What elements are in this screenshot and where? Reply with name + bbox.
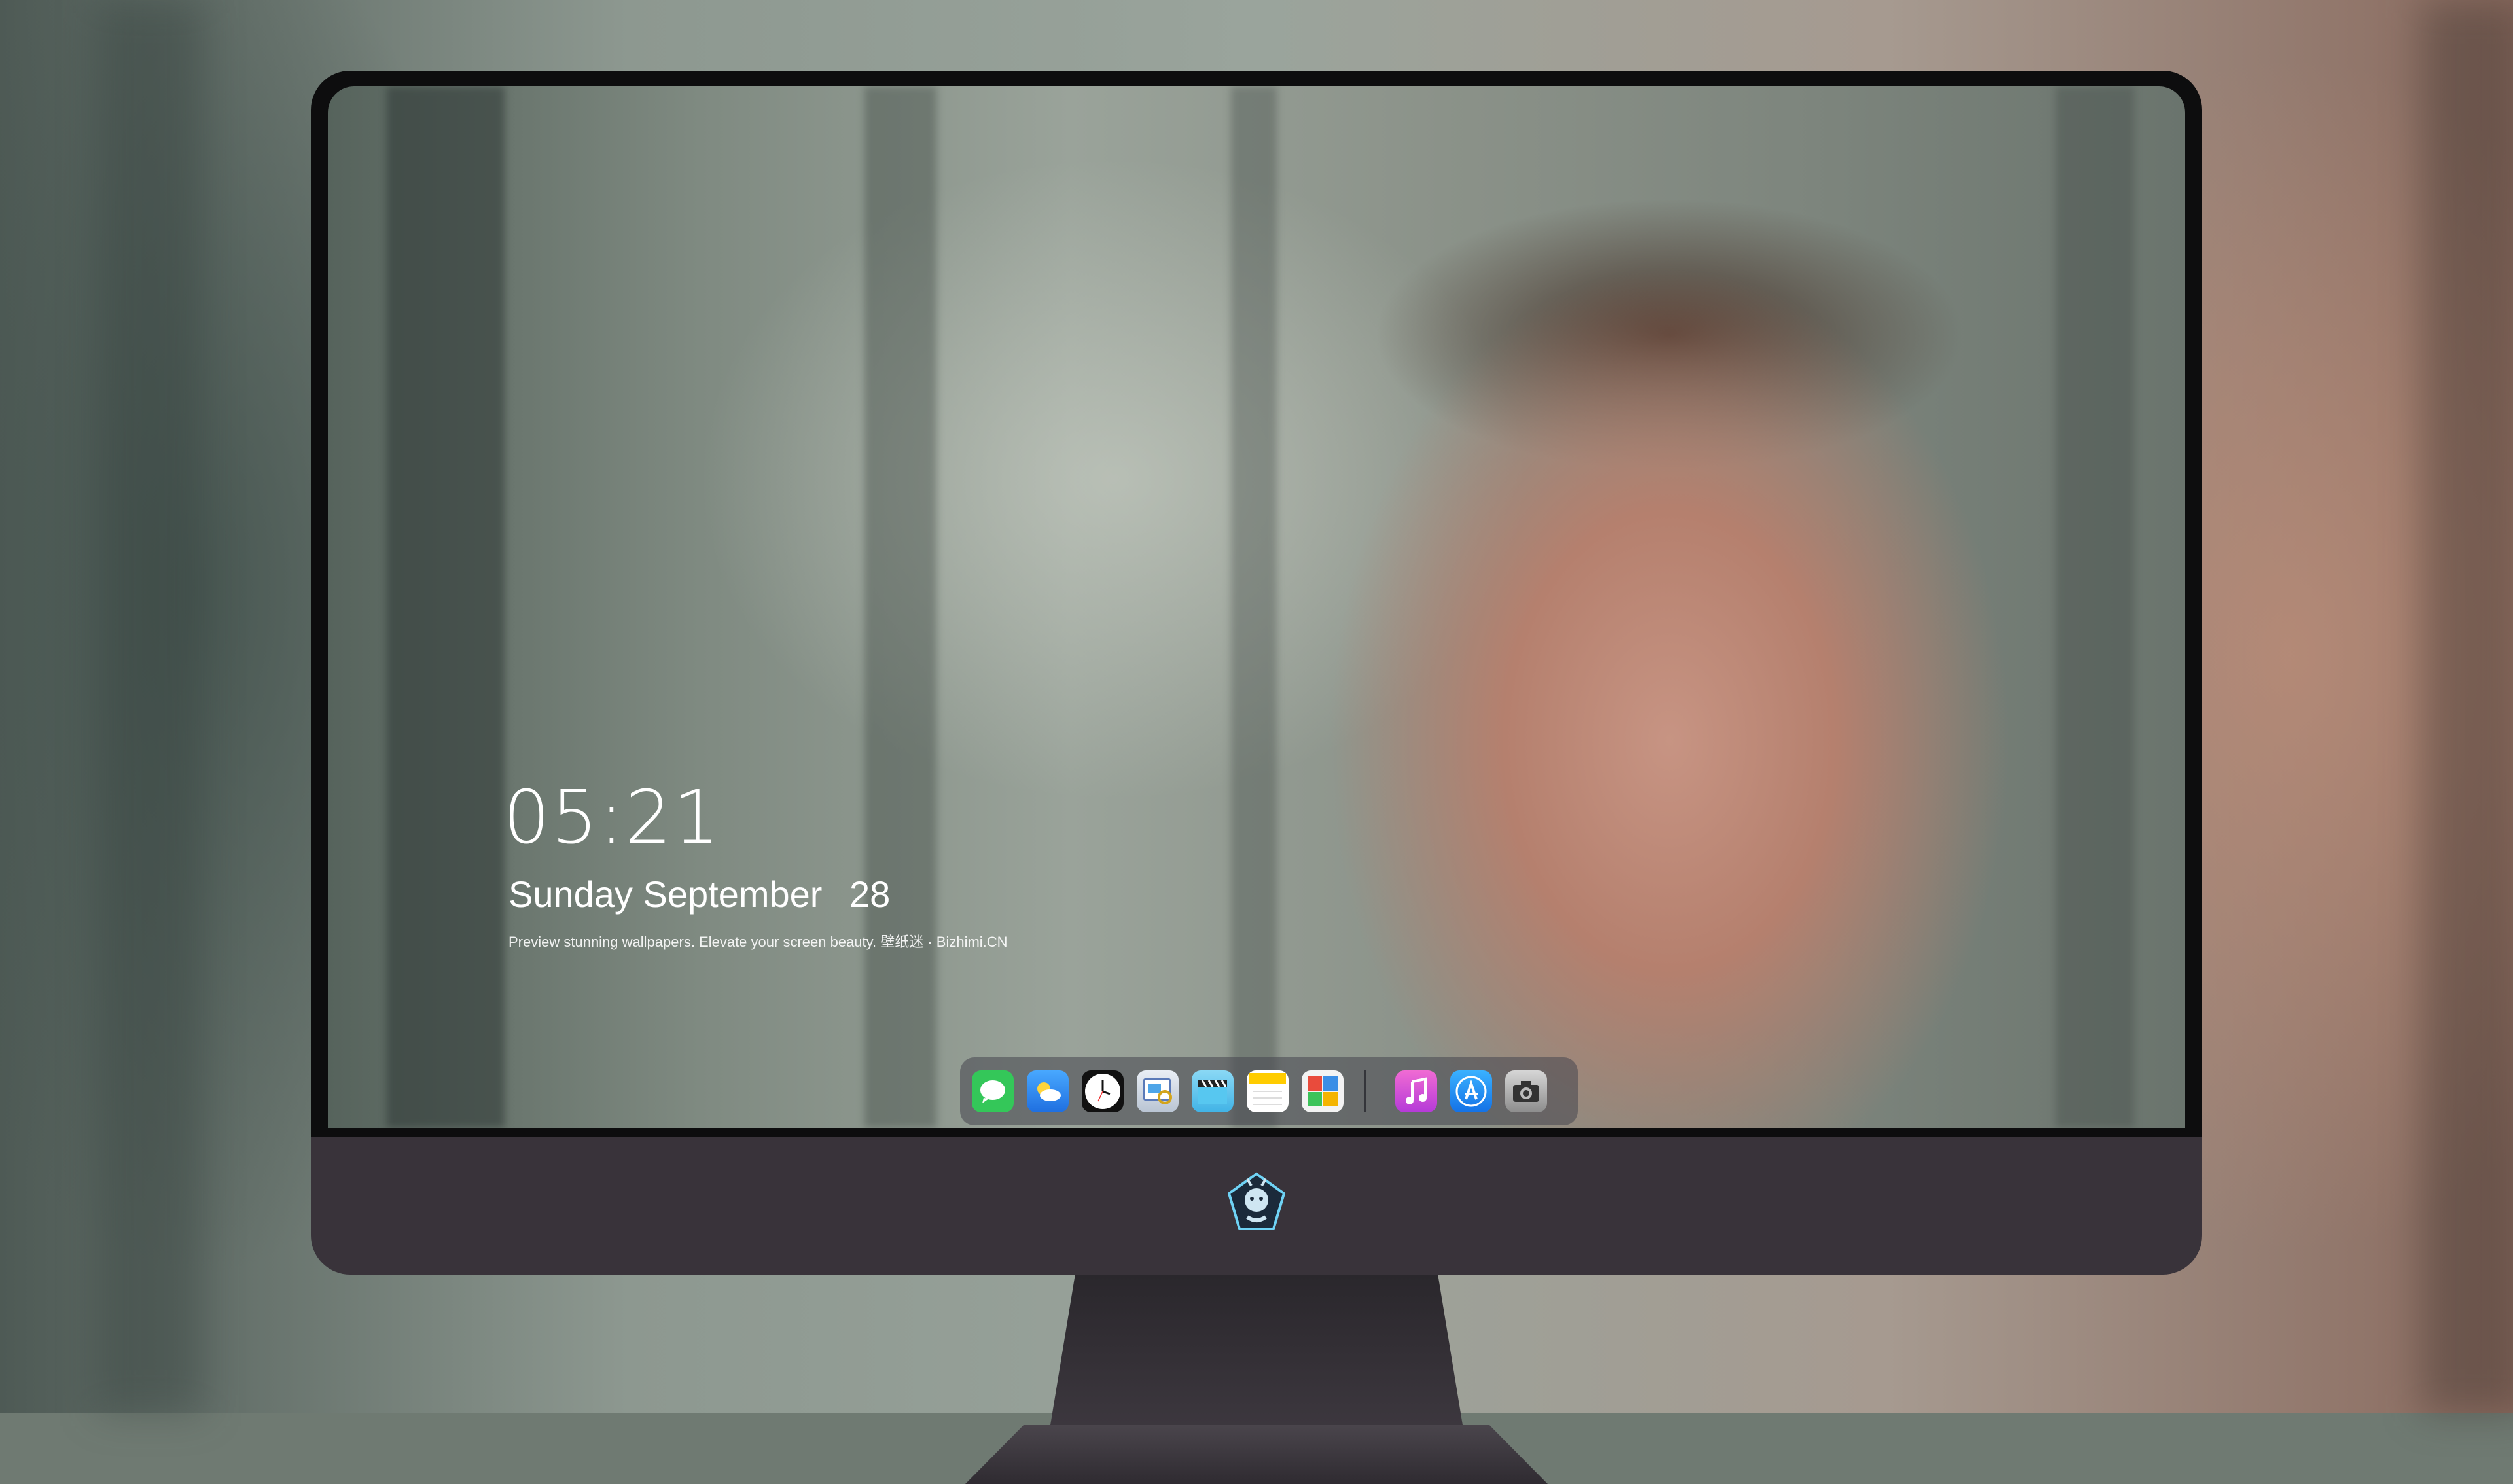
messages-icon[interactable] xyxy=(972,1070,1014,1112)
music-icon[interactable] xyxy=(1395,1070,1437,1112)
notes-icon[interactable] xyxy=(1247,1070,1289,1112)
background-pillar xyxy=(2421,0,2513,1413)
lock-caption: Preview stunning wallpapers. Elevate you… xyxy=(508,934,1008,950)
photo-booth-icon[interactable] xyxy=(1302,1070,1344,1112)
lock-clock: 05:21 xyxy=(503,775,721,860)
dock-divider xyxy=(1364,1070,1366,1112)
app-store-icon[interactable] xyxy=(1450,1070,1492,1112)
monitor: 05:21 Sunday September 28 Preview stunni… xyxy=(311,71,2202,1484)
monitor-stand-base xyxy=(965,1425,1548,1484)
weather-icon[interactable] xyxy=(1027,1070,1069,1112)
wallpaper-pillar xyxy=(2056,86,2134,1128)
lock-weekday: Sunday xyxy=(508,874,633,915)
camera-icon[interactable] xyxy=(1505,1070,1547,1112)
lock-month: September xyxy=(643,874,823,915)
lock-day: 28 xyxy=(849,874,891,915)
wallpaper-pillar xyxy=(864,86,936,1128)
clapper-icon[interactable] xyxy=(1192,1070,1234,1112)
clock-icon[interactable] xyxy=(1082,1070,1124,1112)
dock xyxy=(960,1057,1578,1125)
wallpaper-pillar xyxy=(1231,86,1277,1128)
background-pillar xyxy=(98,0,203,1413)
monitor-stand-neck xyxy=(1050,1275,1463,1425)
preview-icon[interactable] xyxy=(1137,1070,1179,1112)
lock-date: Sunday September 28 xyxy=(508,873,890,915)
wallpaper-pillar xyxy=(387,86,505,1128)
lock-screen: 05:21 Sunday September 28 Preview stunni… xyxy=(328,86,2185,1128)
brand-logo-icon xyxy=(1225,1171,1288,1234)
